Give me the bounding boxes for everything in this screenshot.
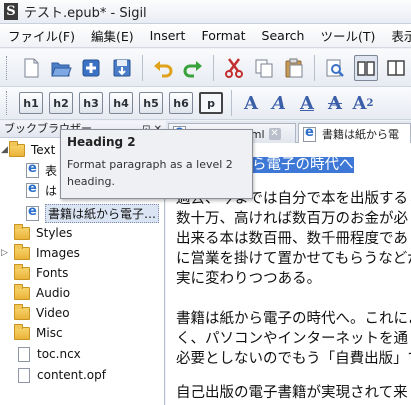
underline-icon[interactable]: A [295, 91, 319, 115]
folder-icon [14, 263, 30, 280]
tree-item-video[interactable]: Video [0, 303, 164, 323]
heading-5-button[interactable]: h5 [139, 92, 163, 114]
paste-icon[interactable] [282, 55, 306, 81]
copy-icon[interactable] [252, 55, 276, 81]
tooltip-body-line: Format paragraph as a level 2 [67, 158, 233, 171]
paragraph-line: 自己出版の電子書籍が実現されて来 [176, 385, 408, 401]
sigil-logo-icon: S [4, 3, 18, 20]
toolbar-grip[interactable] [6, 91, 10, 115]
add-file-icon[interactable] [79, 55, 103, 81]
folder-icon [14, 243, 30, 260]
menu-format[interactable]: Format [193, 28, 253, 43]
tab-active[interactable]: 書籍は紙から電 [298, 123, 411, 144]
new-file-icon[interactable] [19, 55, 43, 81]
window-title: テスト.epub* - Sigil [24, 6, 147, 21]
sigil-window: S テスト.epub* - Sigil ファイル(F) 編集(E) Insert… [0, 0, 411, 405]
tooltip-body-line: heading. [67, 175, 115, 188]
collapsed-arrow-icon[interactable]: ▷ [0, 248, 9, 258]
html-file-icon [303, 125, 316, 142]
title-bar: S テスト.epub* - Sigil [0, 0, 411, 24]
paragraph-button[interactable]: p [199, 92, 223, 114]
html-file-icon [26, 181, 39, 198]
heading-6-button[interactable]: h6 [169, 92, 193, 114]
find-icon[interactable] [323, 55, 347, 81]
file-icon [18, 367, 30, 383]
open-folder-icon[interactable] [49, 55, 73, 81]
menu-edit[interactable]: 編集(E) [83, 26, 142, 45]
redo-icon[interactable] [181, 55, 205, 81]
format-toolbar: h1 h2 h3 h4 h5 h6 p A A A A A2 [0, 87, 411, 120]
paragraph-line: 出来る本は数百冊、数千冊程度であ [176, 231, 408, 247]
tooltip-title: Heading 2 [67, 135, 136, 149]
folder-icon [14, 323, 30, 340]
tree-item-fonts[interactable]: Fonts [0, 263, 164, 283]
paragraph-line: く、パソコンやインターネットを通じて「自 [176, 331, 411, 347]
main-toolbar [0, 49, 411, 87]
heading-3-button[interactable]: h3 [79, 92, 103, 114]
save-icon[interactable] [109, 55, 133, 81]
book-view-icon[interactable] [353, 54, 378, 81]
cut-icon[interactable] [222, 55, 246, 81]
paragraph-line: に営業を掛けて置かせてもらうなどが [176, 251, 411, 267]
tree-item-html-selected[interactable]: 書籍は紙から電子… [0, 203, 164, 223]
menu-view[interactable]: 表示 [383, 26, 411, 45]
html-file-icon [26, 161, 39, 178]
toolbar-grip[interactable] [6, 55, 10, 80]
expanded-arrow-icon[interactable]: ◢ [0, 145, 9, 155]
tree-item-misc[interactable]: Misc [0, 323, 164, 343]
tree-item-images[interactable]: ▷ Images [0, 243, 164, 263]
italic-icon[interactable]: A [267, 91, 291, 115]
paragraph-line: 実に変わりつつある。 [176, 271, 322, 287]
folder-icon [14, 303, 30, 320]
tooltip-body: Format paragraph as a level 2 heading. [67, 156, 246, 190]
folder-icon [14, 223, 30, 240]
tree-item-styles[interactable]: Styles [0, 223, 164, 243]
menu-search[interactable]: Search [254, 28, 313, 43]
menu-insert[interactable]: Insert [142, 28, 194, 43]
tree-item-audio[interactable]: Audio [0, 283, 164, 303]
heading-1-button[interactable]: h1 [19, 92, 43, 114]
tree-item-opf[interactable]: content.opf [0, 365, 164, 385]
close-tab-icon[interactable]: ✕ [268, 127, 281, 140]
menu-file[interactable]: ファイル(F) [0, 26, 83, 45]
subscript-icon[interactable]: A2 [351, 91, 375, 115]
menu-bar: ファイル(F) 編集(E) Insert Format Search ツール(T… [0, 24, 411, 48]
toolbar-separator [141, 54, 143, 81]
file-icon [18, 346, 30, 362]
paragraph-line: 必要としないのでもう「自費出版」では [176, 351, 411, 367]
heading-2-button[interactable]: h2 [49, 92, 73, 114]
selected-heading[interactable]: ら電子の時代へ [252, 155, 354, 175]
toolbar-separator [212, 54, 214, 81]
undo-icon[interactable] [151, 55, 175, 81]
folder-icon [9, 140, 25, 157]
split-view-icon[interactable] [384, 55, 408, 81]
html-file-icon [26, 204, 39, 221]
heading-2-tooltip: Heading 2 Format paragraph as a level 2 … [60, 129, 253, 199]
menu-tools[interactable]: ツール(T) [312, 26, 383, 45]
bold-icon[interactable]: A [239, 91, 263, 115]
paragraph-line: 書籍は紙から電子の時代へ。これによ [176, 311, 411, 327]
paragraph-line: 数十万、高ければ数百万のお金が必 [176, 211, 408, 227]
heading-4-button[interactable]: h4 [109, 92, 133, 114]
toolbar-separator [231, 90, 232, 116]
strikethrough-icon[interactable]: A [323, 91, 347, 115]
tree-item-toc[interactable]: toc.ncx [0, 344, 164, 364]
folder-icon [14, 283, 30, 300]
toolbar-separator [314, 54, 316, 81]
